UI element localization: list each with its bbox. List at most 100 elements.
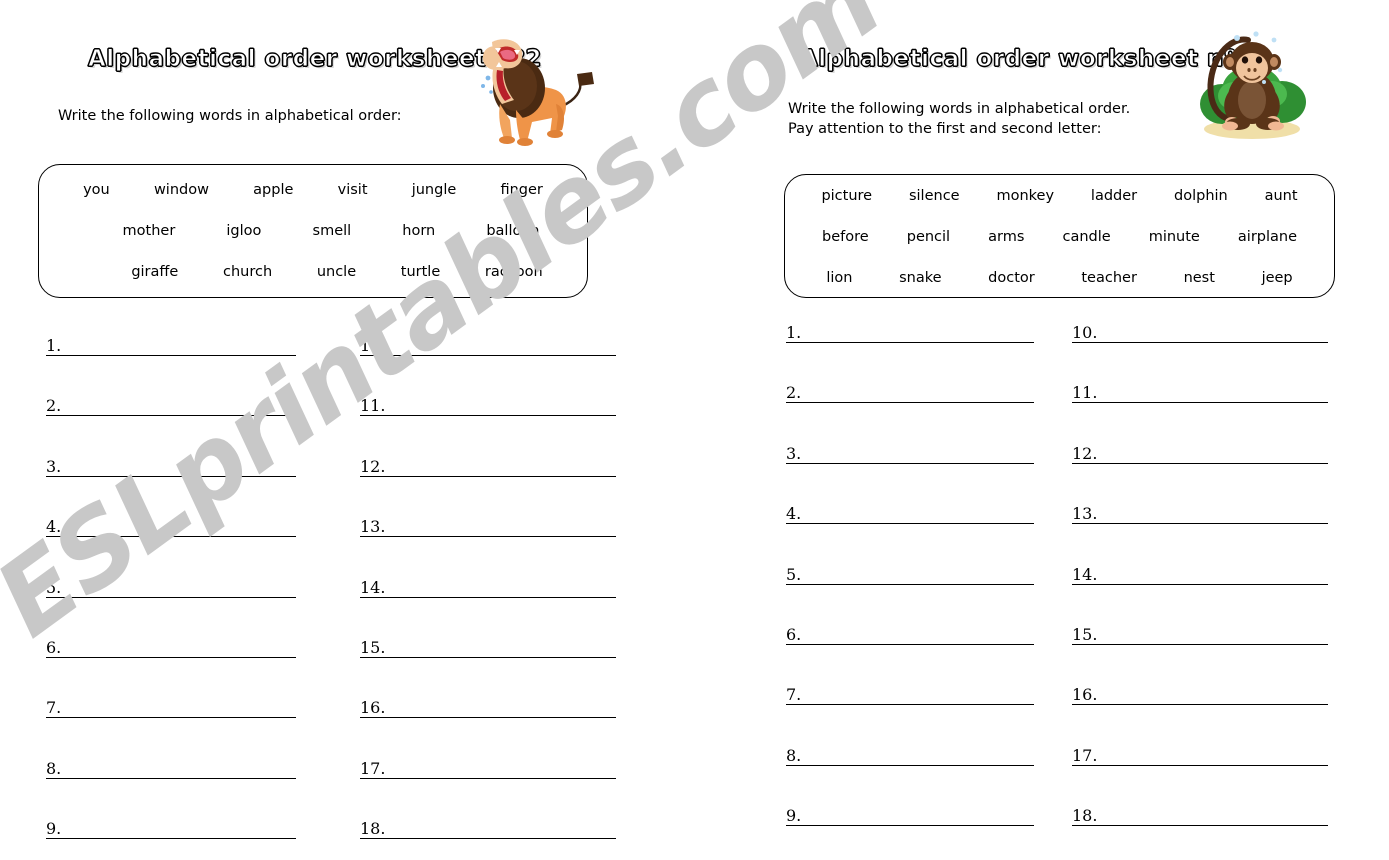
answer-line-rule[interactable] [387, 639, 616, 658]
answer-line-rule[interactable] [803, 566, 1034, 585]
answer-line[interactable]: 13. [360, 515, 616, 538]
answer-line-number: 2. [786, 383, 804, 404]
answer-line[interactable]: 5. [46, 576, 296, 598]
answer-line-rule[interactable] [63, 337, 296, 356]
word-item: candle [1062, 228, 1111, 245]
answer-line-rule[interactable] [387, 337, 616, 356]
answer-line-rule[interactable] [387, 579, 616, 598]
word-item: ladder [1090, 187, 1138, 204]
word-item: uncle [316, 263, 357, 280]
answer-line[interactable]: 10. [1072, 321, 1328, 343]
answer-line[interactable]: 15. [360, 636, 616, 658]
word-item: jungle [411, 181, 457, 198]
answer-line[interactable]: 12. [360, 455, 616, 477]
answer-line-number: 18. [360, 819, 388, 840]
word-item: smell [312, 222, 352, 239]
answer-line[interactable]: 14. [360, 576, 616, 598]
answer-line[interactable]: 16. [360, 696, 616, 719]
answer-line[interactable]: 6. [46, 636, 296, 658]
answer-line-rule[interactable] [63, 760, 296, 779]
answer-line-rule[interactable] [1099, 626, 1328, 645]
answer-line-rule[interactable] [63, 639, 296, 658]
answer-line[interactable]: 16. [1072, 683, 1328, 706]
answer-line[interactable]: 8. [786, 744, 1034, 766]
answer-line-rule[interactable] [63, 820, 296, 840]
answer-line[interactable]: 2. [786, 381, 1034, 404]
answer-line-number: 13. [1072, 504, 1100, 525]
answer-line-rule[interactable] [387, 397, 616, 417]
answer-line[interactable]: 4. [46, 515, 296, 538]
answer-line[interactable]: 9. [46, 817, 296, 840]
answer-line[interactable]: 7. [46, 696, 296, 719]
answer-line[interactable]: 1. [786, 321, 1034, 343]
answer-line-number: 8. [46, 758, 64, 779]
answer-line-rule[interactable] [1099, 686, 1328, 706]
answer-line-rule[interactable] [1099, 566, 1328, 585]
answer-line[interactable]: 7. [786, 683, 1034, 706]
word-item: raccoon [484, 263, 543, 280]
answer-line[interactable]: 15. [1072, 623, 1328, 645]
answer-line-rule[interactable] [63, 699, 296, 719]
word-item: church [222, 263, 273, 280]
answer-line[interactable]: 11. [360, 394, 616, 417]
instructions-worksheet-2: Write the following words in alphabetica… [58, 108, 402, 124]
answer-line-rule[interactable] [1099, 807, 1328, 827]
answer-line[interactable]: 18. [1072, 804, 1328, 827]
answer-line-rule[interactable] [1099, 505, 1328, 525]
word-bank-row: giraffe church uncle turtle raccoon [39, 251, 587, 292]
answer-line[interactable]: 4. [786, 502, 1034, 525]
word-bank-row: you window apple visit jungle finger [39, 165, 587, 210]
answer-line-rule[interactable] [1099, 324, 1328, 343]
answer-line[interactable]: 14. [1072, 563, 1328, 585]
answer-line[interactable]: 1. [46, 334, 296, 356]
answer-line[interactable]: 3. [786, 442, 1034, 464]
answer-line-rule[interactable] [803, 384, 1034, 404]
answer-line-rule[interactable] [387, 760, 616, 779]
answer-line-rule[interactable] [803, 505, 1034, 525]
answer-line-rule[interactable] [803, 445, 1034, 464]
answer-line-rule[interactable] [63, 579, 296, 598]
answer-line-rule[interactable] [1099, 445, 1328, 464]
answer-line-number: 14. [360, 577, 388, 598]
answer-line[interactable]: 5. [786, 563, 1034, 585]
answer-line-rule[interactable] [387, 458, 616, 477]
answer-line-number: 5. [46, 577, 64, 598]
answer-line[interactable]: 6. [786, 623, 1034, 645]
answer-line-number: 18. [1072, 806, 1100, 827]
answer-line[interactable]: 11. [1072, 381, 1328, 404]
answer-line-rule[interactable] [1099, 384, 1328, 404]
answer-line[interactable]: 3. [46, 455, 296, 477]
answer-line-number: 17. [1072, 745, 1100, 766]
answer-line[interactable]: 18. [360, 817, 616, 840]
answer-line[interactable]: 17. [360, 757, 616, 779]
answer-line-rule[interactable] [1099, 747, 1328, 766]
word-item: mother [122, 222, 176, 239]
answer-line-number: 5. [786, 564, 804, 585]
answer-line-number: 11. [360, 396, 388, 417]
word-item: window [153, 181, 209, 198]
answer-line-rule[interactable] [803, 747, 1034, 766]
answer-line-rule[interactable] [803, 626, 1034, 645]
answer-line-number: 12. [360, 456, 388, 477]
answer-line[interactable]: 9. [786, 804, 1034, 827]
word-item: airplane [1237, 228, 1298, 245]
answer-line-rule[interactable] [803, 686, 1034, 706]
answer-line[interactable]: 2. [46, 394, 296, 417]
answer-line-rule[interactable] [803, 807, 1034, 827]
answer-line[interactable]: 12. [1072, 442, 1328, 464]
answer-line-rule[interactable] [803, 324, 1034, 343]
answer-line-rule[interactable] [63, 458, 296, 477]
answer-line-number: 17. [360, 758, 388, 779]
answer-line-rule[interactable] [63, 397, 296, 417]
answer-line[interactable]: 8. [46, 757, 296, 779]
answer-line-rule[interactable] [63, 518, 296, 538]
answer-line-rule[interactable] [387, 699, 616, 719]
word-item: igloo [226, 222, 262, 239]
answer-line-number: 10. [1072, 323, 1100, 343]
word-bank-row: mother igloo smell horn balloon [39, 210, 587, 251]
answer-line[interactable]: 13. [1072, 502, 1328, 525]
answer-line-rule[interactable] [387, 518, 616, 538]
answer-line[interactable]: 10. [360, 334, 616, 356]
answer-line[interactable]: 17. [1072, 744, 1328, 766]
answer-line-rule[interactable] [387, 820, 616, 840]
